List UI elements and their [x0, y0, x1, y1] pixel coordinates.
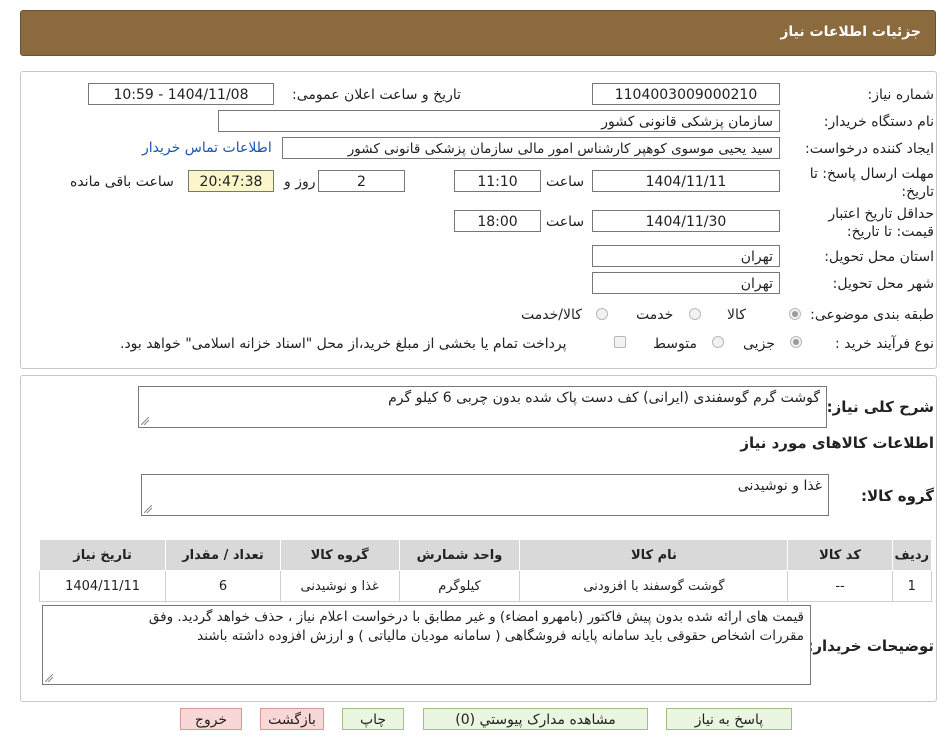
- cell-group: غذا و نوشیدنی: [279, 570, 400, 602]
- remaining-time-field: 20:47:38: [188, 170, 274, 192]
- deadline-label-2: تاریخ:: [901, 184, 934, 200]
- city-label: شهر محل تحویل:: [832, 276, 934, 292]
- cell-need-date: 1404/11/11: [38, 570, 167, 602]
- province-field: تهران: [592, 245, 780, 267]
- summary-text: گوشت گرم گوسفندی (ایرانی) کف دست پاک شده…: [388, 390, 820, 406]
- print-button[interactable]: چاپ: [342, 708, 404, 730]
- cell-row-number: 1: [891, 570, 933, 602]
- category-option-goods-service: کالا/خدمت: [521, 307, 582, 323]
- days-field: 2: [318, 170, 405, 192]
- summary-label: شرح کلی نیاز:: [826, 398, 934, 416]
- category-radio-service[interactable]: [689, 308, 701, 320]
- process-option-partial: جزیی: [743, 336, 775, 352]
- need-number-field: 1104003009000210: [592, 83, 780, 105]
- resize-grip-icon[interactable]: [144, 505, 152, 513]
- page-title: جزئیات اطلاعات نیاز: [780, 24, 921, 40]
- goods-group-label: گروه کالا:: [861, 487, 934, 505]
- goods-group-textarea[interactable]: غذا و نوشیدنی: [141, 474, 829, 516]
- category-option-service: خدمت: [636, 307, 674, 323]
- city-field: تهران: [592, 272, 780, 294]
- buyer-notes-line-1: قیمت های ارائه شده بدون پیش فاکتور (بامه…: [148, 609, 804, 625]
- creator-label: ایجاد کننده درخواست:: [805, 141, 934, 157]
- buyer-org-label: نام دستگاه خریدار:: [823, 114, 934, 130]
- need-number-label: شماره نیاز:: [867, 87, 935, 103]
- col-header-need-date: تاریخ نیاز: [38, 539, 167, 571]
- deadline-label-1: مهلت ارسال پاسخ: تا: [809, 166, 934, 182]
- col-header-quantity: تعداد / مقدار: [165, 539, 281, 571]
- buyer-org-field: سازمان پزشکی قانونی کشور: [218, 110, 780, 132]
- deadline-time-field: 11:10: [454, 170, 541, 192]
- announce-label: تاریخ و ساعت اعلان عمومی:: [292, 87, 461, 103]
- process-radio-medium[interactable]: [712, 336, 724, 348]
- col-header-item-name: نام کالا: [519, 539, 789, 571]
- deadline-time-label: ساعت: [546, 174, 585, 190]
- province-label: استان محل تحویل:: [824, 249, 934, 265]
- page-header: جزئیات اطلاعات نیاز: [20, 10, 936, 56]
- attachments-button[interactable]: مشاهده مدارک پیوستي (0): [423, 708, 648, 730]
- cell-quantity: 6: [165, 570, 281, 602]
- cell-unit: کیلوگرم: [398, 570, 521, 602]
- process-option-medium: متوسط: [653, 336, 697, 352]
- treasury-payment-checkbox[interactable]: [614, 336, 626, 348]
- goods-table: ردیف کد کالا نام کالا واحد شمارش گروه کا…: [38, 539, 933, 602]
- validity-time-label: ساعت: [546, 214, 585, 230]
- category-option-goods: کالا: [727, 307, 746, 323]
- cell-item-name: گوشت گوسفند با افزودنی: [519, 570, 789, 602]
- reply-button[interactable]: پاسخ به نیاز: [666, 708, 792, 730]
- buyer-notes-textarea[interactable]: قیمت های ارائه شده بدون پیش فاکتور (بامه…: [42, 605, 811, 685]
- col-header-item-code: کد کالا: [787, 539, 893, 571]
- buyer-contact-link[interactable]: اطلاعات تماس خریدار: [142, 140, 272, 156]
- goods-group-text: غذا و نوشیدنی: [737, 478, 822, 494]
- category-radio-goods-service[interactable]: [596, 308, 608, 320]
- col-header-row-number: ردیف: [891, 539, 933, 571]
- resize-grip-icon[interactable]: [45, 674, 53, 682]
- exit-button[interactable]: خروج: [180, 708, 242, 730]
- goods-info-title: اطلاعات کالاهای مورد نیاز: [740, 434, 934, 452]
- validity-label-2: قیمت: تا تاریخ:: [846, 224, 934, 240]
- resize-grip-icon[interactable]: [141, 417, 149, 425]
- category-label: طبقه بندی موضوعی:: [810, 307, 934, 323]
- validity-label-1: حداقل تاریخ اعتبار: [828, 206, 934, 222]
- table-row[interactable]: 1 -- گوشت گوسفند با افزودنی کیلوگرم غذا …: [38, 570, 933, 602]
- treasury-payment-note: پرداخت تمام یا بخشی از مبلغ خرید،از محل …: [120, 336, 567, 352]
- process-radio-partial[interactable]: [790, 336, 802, 348]
- creator-field: سید یحیی موسوی کوهپر کارشناس امور مالی س…: [282, 137, 780, 159]
- back-button[interactable]: بازگشت: [260, 708, 324, 730]
- summary-textarea[interactable]: گوشت گرم گوسفندی (ایرانی) کف دست پاک شده…: [138, 386, 827, 428]
- deadline-date-field: 1404/11/11: [592, 170, 780, 192]
- col-header-unit: واحد شمارش: [398, 539, 521, 571]
- buyer-notes-label: توضیحات خریدار:: [807, 637, 934, 655]
- process-label: نوع فرآیند خرید :: [835, 336, 934, 352]
- validity-time-field: 18:00: [454, 210, 541, 232]
- table-header-row: ردیف کد کالا نام کالا واحد شمارش گروه کا…: [38, 539, 933, 571]
- announce-field: 1404/11/08 - 10:59: [88, 83, 274, 105]
- remaining-label: ساعت باقی مانده: [70, 174, 174, 190]
- cell-item-code: --: [787, 570, 893, 602]
- validity-date-field: 1404/11/30: [592, 210, 780, 232]
- col-header-group: گروه کالا: [279, 539, 400, 571]
- days-label: روز و: [284, 174, 316, 190]
- buyer-notes-line-2: مقررات اشخاص حقوقی باید سامانه پایانه فر…: [197, 628, 804, 644]
- category-radio-goods[interactable]: [789, 308, 801, 320]
